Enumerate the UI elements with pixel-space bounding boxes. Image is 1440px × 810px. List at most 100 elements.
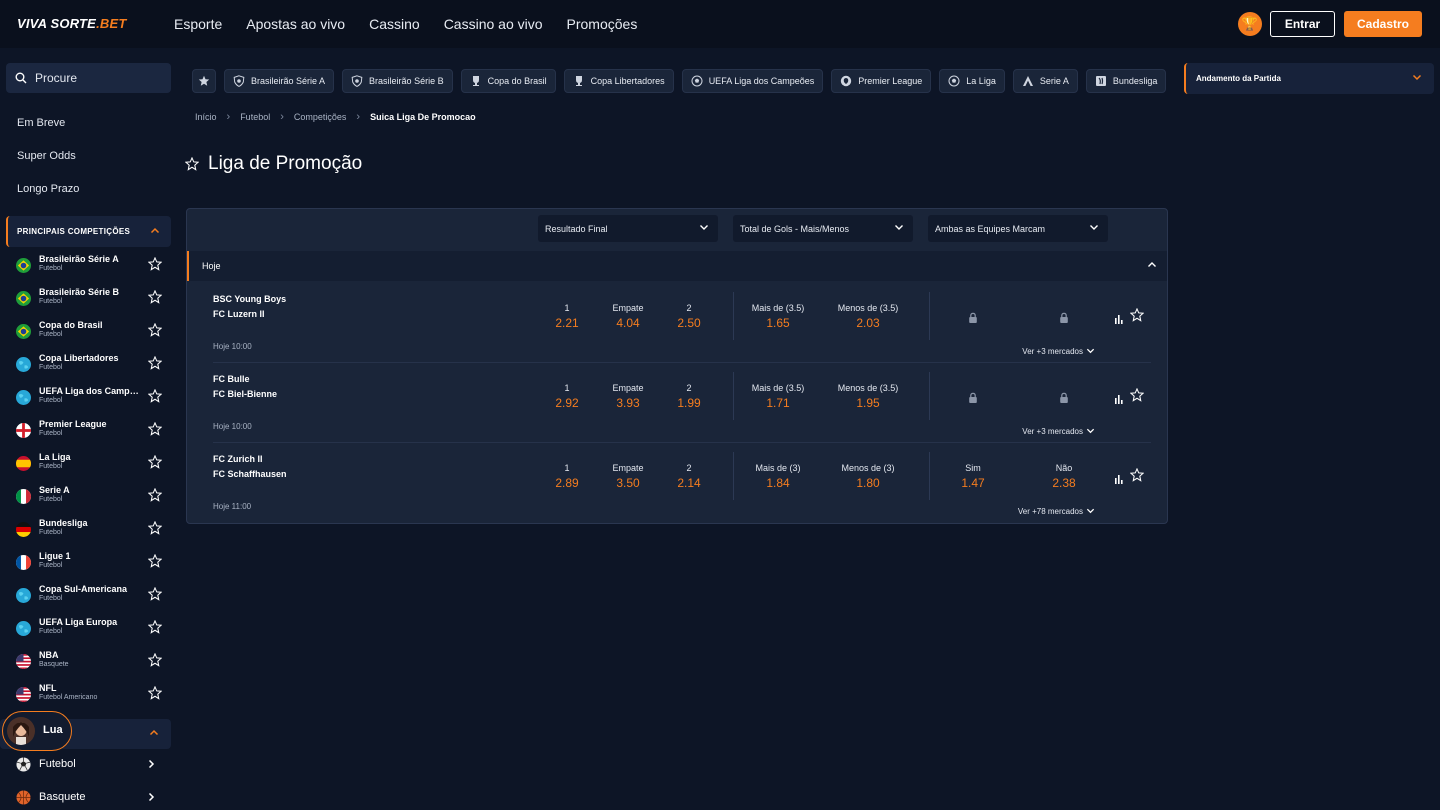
odd-button-total[interactable]: Menos de (3) 1.80 [823,463,913,490]
sport-item-futebol[interactable]: Futebol [16,755,160,775]
more-markets-link[interactable]: Ver +3 mercados [1022,346,1095,357]
odd-button-btts[interactable]: Não 2.38 [1019,463,1109,490]
competition-item[interactable]: UEFA Liga Europa Futebol [16,617,166,641]
link-em-breve[interactable]: Em Breve [17,117,65,129]
link-super-odds[interactable]: Super Odds [17,150,76,162]
away-team[interactable]: FC Schaffhausen [213,469,287,479]
competition-chip[interactable]: Bundesliga [1085,69,1167,93]
home-team[interactable]: FC Bulle [213,374,250,384]
login-button[interactable]: Entrar [1270,11,1335,37]
chevron-up-icon[interactable] [149,728,159,738]
competition-item[interactable]: NBA Basquete [16,650,166,674]
odd-button-result[interactable]: 2 2.50 [659,303,719,330]
star-outline-icon[interactable] [147,652,163,667]
competition-chip[interactable]: La Liga [939,69,1005,93]
flag-france-icon [16,555,31,570]
competition-chip[interactable]: Brasileirão Série B [342,69,453,93]
odd-button-total[interactable]: Menos de (3.5) 2.03 [823,303,913,330]
home-team[interactable]: FC Zurich II [213,454,263,464]
link-longo-prazo[interactable]: Longo Prazo [17,183,79,195]
odd-button-result[interactable]: 1 2.89 [537,463,597,490]
star-outline-icon[interactable] [147,421,163,436]
odd-button-result[interactable]: Empate 4.04 [598,303,658,330]
star-outline-icon[interactable] [147,586,163,601]
nav-cassino[interactable]: Cassino [369,16,420,32]
odd-button-total[interactable]: Menos de (3.5) 1.95 [823,383,913,410]
odd-button-result[interactable]: 2 2.14 [659,463,719,490]
search-box[interactable] [6,63,171,93]
star-outline-icon[interactable] [147,520,163,535]
market-select-total-gols[interactable]: Total de Gols - Mais/Menos [733,215,913,242]
sport-item-basquete[interactable]: Basquete [16,788,160,808]
site-logo[interactable]: VIVA SORTE.BET [17,16,126,31]
odd-button-result[interactable]: 1 2.92 [537,383,597,410]
odd-button-result[interactable]: Empate 3.50 [598,463,658,490]
star-outline-icon[interactable] [147,256,163,271]
star-outline-icon[interactable] [147,454,163,469]
stats-icon[interactable] [1115,391,1123,404]
odd-button-total[interactable]: Mais de (3.5) 1.71 [733,383,823,410]
competition-item[interactable]: Copa Libertadores Futebol [16,353,166,377]
competition-item[interactable]: Bundesliga Futebol [16,518,166,542]
market-select-resultado[interactable]: Resultado Final [538,215,718,242]
competition-chip[interactable]: Premier League [831,69,932,93]
breadcrumb-futebol[interactable]: Futebol [240,112,270,122]
nav-esporte[interactable]: Esporte [174,16,222,32]
nav-apostas-ao-vivo[interactable]: Apostas ao vivo [246,16,345,32]
odd-button-result[interactable]: Empate 3.93 [598,383,658,410]
star-outline-icon[interactable] [1129,467,1145,482]
star-outline-icon[interactable] [147,619,163,634]
stats-icon[interactable] [1115,471,1123,484]
competition-item[interactable]: Brasileirão Série B Futebol [16,287,166,311]
star-outline-icon[interactable] [1129,307,1145,322]
assistant-bar[interactable]: Lua [0,711,171,751]
search-input[interactable] [35,71,155,85]
nav-promocoes[interactable]: Promoções [567,16,638,32]
home-team[interactable]: BSC Young Boys [213,294,286,304]
competition-chip[interactable]: UEFA Liga dos Campeões [681,69,824,93]
star-outline-icon[interactable] [147,553,163,568]
star-outline-icon[interactable] [147,388,163,403]
star-outline-icon[interactable] [147,289,163,304]
star-outline-icon[interactable] [147,487,163,502]
competition-item[interactable]: Brasileirão Série A Futebol [16,254,166,278]
competition-chip[interactable]: Copa do Brasil [460,69,556,93]
star-outline-icon[interactable] [147,685,163,700]
odd-button-result[interactable]: 1 2.21 [537,303,597,330]
trophy-icon[interactable]: 🏆 [1238,12,1262,36]
competition-item[interactable]: La Liga Futebol [16,452,166,476]
group-header-hoje[interactable]: Hoje [187,251,1167,281]
competition-item[interactable]: Copa do Brasil Futebol [16,320,166,344]
competition-item[interactable]: NFL Futebol Americano [16,683,166,707]
competitions-header[interactable]: PRINCIPAIS COMPETIÇÕES [6,216,171,247]
star-outline-icon[interactable] [147,322,163,337]
competition-chip[interactable]: Serie A [1012,69,1078,93]
star-outline-icon[interactable] [147,355,163,370]
away-team[interactable]: FC Luzern II [213,309,265,319]
favorites-chip[interactable] [192,69,216,93]
away-team[interactable]: FC Biel-Bienne [213,389,277,399]
competition-item[interactable]: Ligue 1 Futebol [16,551,166,575]
star-outline-icon[interactable] [185,157,199,171]
competition-item[interactable]: Premier League Futebol [16,419,166,443]
signup-button[interactable]: Cadastro [1344,11,1422,37]
odd-button-total[interactable]: Mais de (3.5) 1.65 [733,303,823,330]
competition-item[interactable]: Serie A Futebol [16,485,166,509]
competition-item[interactable]: Copa Sul-Americana Futebol [16,584,166,608]
match-progress-dropdown[interactable]: Andamento da Partida [1184,63,1434,94]
competition-chip[interactable]: Brasileirão Série A [224,69,335,93]
star-outline-icon[interactable] [1129,387,1145,402]
breadcrumb-competicoes[interactable]: Competições [294,112,347,122]
competition-chip[interactable]: Copa Libertadores [563,69,674,93]
breadcrumb-inicio[interactable]: Início [195,112,217,122]
assistant-avatar[interactable]: Lua [2,711,72,751]
more-markets-link[interactable]: Ver +78 mercados [1018,506,1095,517]
market-select-ambas-marcam[interactable]: Ambas as Equipes Marcam [928,215,1108,242]
nav-cassino-ao-vivo[interactable]: Cassino ao vivo [444,16,543,32]
stats-icon[interactable] [1115,311,1123,324]
odd-button-total[interactable]: Mais de (3) 1.84 [733,463,823,490]
odd-button-result[interactable]: 2 1.99 [659,383,719,410]
odd-button-btts[interactable]: Sim 1.47 [928,463,1018,490]
more-markets-link[interactable]: Ver +3 mercados [1022,426,1095,437]
competition-item[interactable]: UEFA Liga dos Campeões Futebol [16,386,166,410]
